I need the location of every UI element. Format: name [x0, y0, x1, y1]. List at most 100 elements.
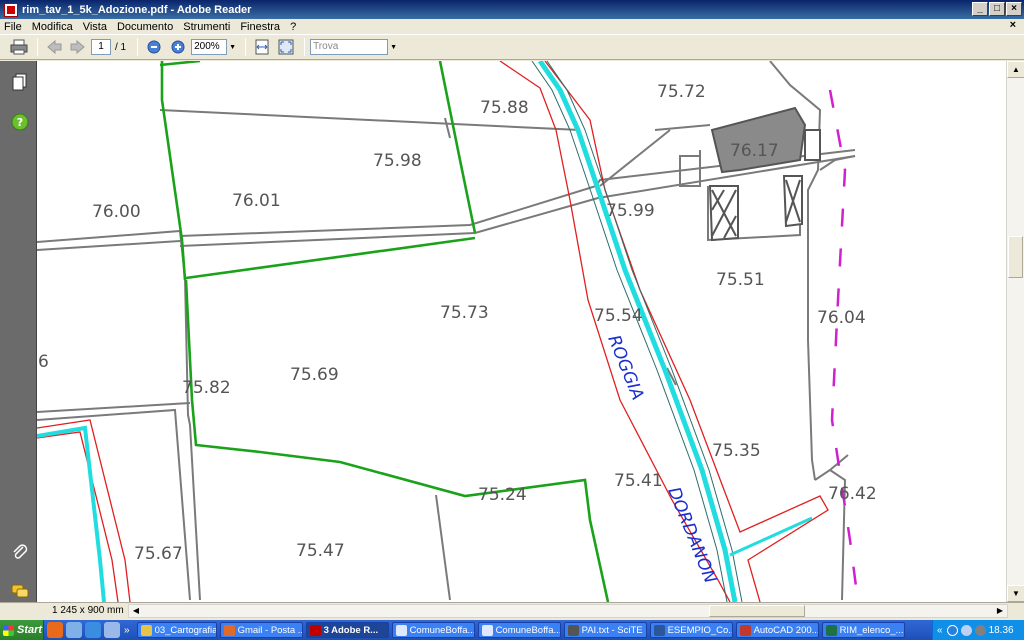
toolbar-separator — [304, 38, 306, 56]
taskbar-item[interactable]: 03_Cartografia — [136, 622, 217, 638]
start-label: Start — [17, 624, 43, 636]
scroll-right-button[interactable]: ▶ — [993, 605, 1007, 617]
menu-modifica[interactable]: Modifica — [32, 21, 73, 33]
print-button[interactable] — [8, 37, 30, 57]
clock: 18.36 — [988, 624, 1014, 636]
menu-bar: File Modifica Vista Documento Strumenti … — [0, 19, 1024, 34]
taskbar-item[interactable]: ComuneBoffa... — [477, 622, 561, 638]
taskbar-item[interactable]: PAI.txt - SciTE — [563, 622, 647, 638]
elevation-label: 75.69 — [290, 365, 339, 385]
fit-width-icon — [255, 39, 269, 55]
tray-icon[interactable] — [946, 624, 958, 636]
comments-icon — [11, 584, 29, 598]
menu-finestra[interactable]: Finestra — [240, 21, 280, 33]
scroll-up-button[interactable]: ▲ — [1007, 61, 1024, 78]
close-document-button[interactable]: × — [1010, 19, 1016, 31]
scroll-down-button[interactable]: ▼ — [1007, 585, 1024, 602]
excel-icon — [825, 624, 837, 636]
taskbar-item[interactable]: ComuneBoffa... — [391, 622, 475, 638]
status-bar: 1 245 x 900 mm ◀ ▶ — [0, 602, 1024, 620]
taskbar-item[interactable]: RIM_elenco_... — [821, 622, 905, 638]
word-icon — [653, 624, 665, 636]
minimize-button[interactable]: _ — [972, 2, 988, 16]
taskbar-item[interactable]: ESEMPIO_Co... — [649, 622, 733, 638]
window-title: rim_tav_1_5k_Adozione.pdf - Adobe Reader — [22, 3, 252, 16]
elevation-label: 75.54 — [594, 306, 643, 326]
elevation-label: 76.42 — [828, 484, 877, 504]
elevation-label: 75.35 — [712, 441, 761, 461]
menu-file[interactable]: File — [4, 21, 22, 33]
zone-boundary — [159, 61, 610, 602]
horizontal-scrollbar[interactable]: ◀ ▶ — [128, 604, 1008, 618]
comments-button[interactable] — [11, 583, 29, 601]
elevation-labels: 75.72 75.88 75.98 76.17 76.00 76.01 75.9… — [38, 82, 877, 564]
horizontal-scroll-thumb[interactable] — [709, 605, 805, 617]
quicklaunch-more-icon[interactable]: » — [124, 625, 130, 636]
elevation-label: 75.47 — [296, 541, 345, 561]
arrow-right-icon — [70, 40, 85, 54]
building — [708, 106, 821, 242]
vertical-scroll-thumb[interactable] — [1008, 236, 1023, 278]
tray-icon[interactable] — [960, 624, 972, 636]
help-button[interactable]: ? — [11, 113, 29, 131]
zoom-out-icon — [147, 40, 161, 54]
pages-icon — [12, 73, 27, 91]
svg-text:?: ? — [17, 116, 23, 129]
elevation-label: 75.98 — [373, 151, 422, 171]
windows-logo-icon — [3, 624, 14, 636]
river-labels: ROGGIA DORDANON — [603, 332, 720, 586]
tray-expand-icon[interactable]: « — [937, 625, 943, 636]
elevation-label: 76.00 — [92, 202, 141, 222]
full-screen-button[interactable] — [275, 37, 297, 57]
page-size-label: 1 245 x 900 mm — [52, 605, 124, 616]
firefox-quicklaunch-icon[interactable] — [47, 622, 63, 638]
zoom-out-button[interactable] — [143, 37, 165, 57]
zoom-in-icon — [171, 40, 185, 54]
menu-strumenti[interactable]: Strumenti — [183, 21, 230, 33]
elevation-label: 75.73 — [440, 303, 489, 323]
document-view[interactable]: 75.72 75.88 75.98 76.17 76.00 76.01 75.9… — [37, 61, 1006, 602]
elevation-label: 75.99 — [606, 201, 655, 221]
taskbar-item-active[interactable]: 3 Adobe R... — [305, 622, 389, 638]
elevation-label: 75.67 — [134, 544, 183, 564]
scite-icon — [567, 624, 579, 636]
menu-vista[interactable]: Vista — [83, 21, 107, 33]
attachments-button[interactable] — [11, 543, 29, 561]
zoom-dropdown-arrow[interactable]: ▼ — [229, 44, 236, 51]
tray-icon[interactable] — [974, 624, 986, 636]
ie-quicklaunch-icon[interactable] — [85, 622, 101, 638]
quicklaunch-icon[interactable] — [66, 622, 82, 638]
find-dropdown-arrow[interactable]: ▼ — [390, 44, 397, 51]
pages-panel-button[interactable] — [11, 73, 29, 91]
find-input[interactable]: Trova — [310, 39, 389, 55]
close-button[interactable]: × — [1006, 2, 1022, 16]
autocad-icon — [739, 624, 751, 636]
zoom-in-button[interactable] — [167, 37, 189, 57]
menu-help[interactable]: ? — [290, 21, 296, 33]
toolbar-separator — [245, 38, 247, 56]
taskbar-item[interactable]: AutoCAD 200... — [735, 622, 819, 638]
vertical-scrollbar[interactable]: ▲ ▼ — [1006, 61, 1024, 602]
help-icon: ? — [11, 113, 29, 131]
printer-icon — [10, 39, 28, 55]
page-total: / 1 — [115, 41, 127, 53]
quicklaunch-icon[interactable] — [104, 622, 120, 638]
maximize-button[interactable]: □ — [989, 2, 1005, 16]
fit-width-button[interactable] — [251, 37, 273, 57]
scroll-left-button[interactable]: ◀ — [129, 605, 143, 617]
zoom-level-input[interactable]: 200% — [191, 39, 228, 55]
elevation-label: 76.04 — [817, 308, 866, 328]
menu-documento[interactable]: Documento — [117, 21, 173, 33]
page-number-input[interactable]: 1 — [91, 39, 111, 55]
arrow-left-icon — [47, 40, 62, 54]
start-button[interactable]: Start — [0, 620, 44, 640]
toolbar: 1 / 1 200% ▼ Trova ▼ — [0, 34, 1024, 60]
previous-page-button[interactable] — [43, 37, 65, 57]
elevation-label: 75.72 — [657, 82, 706, 102]
elevation-label: 75.24 — [478, 485, 527, 505]
elevation-label: 75.41 — [614, 471, 663, 491]
system-tray: « 18.36 — [932, 620, 1024, 640]
taskbar-item[interactable]: Gmail - Posta ... — [219, 622, 303, 638]
elevation-label: 75.82 — [182, 378, 231, 398]
next-page-button[interactable] — [67, 37, 89, 57]
